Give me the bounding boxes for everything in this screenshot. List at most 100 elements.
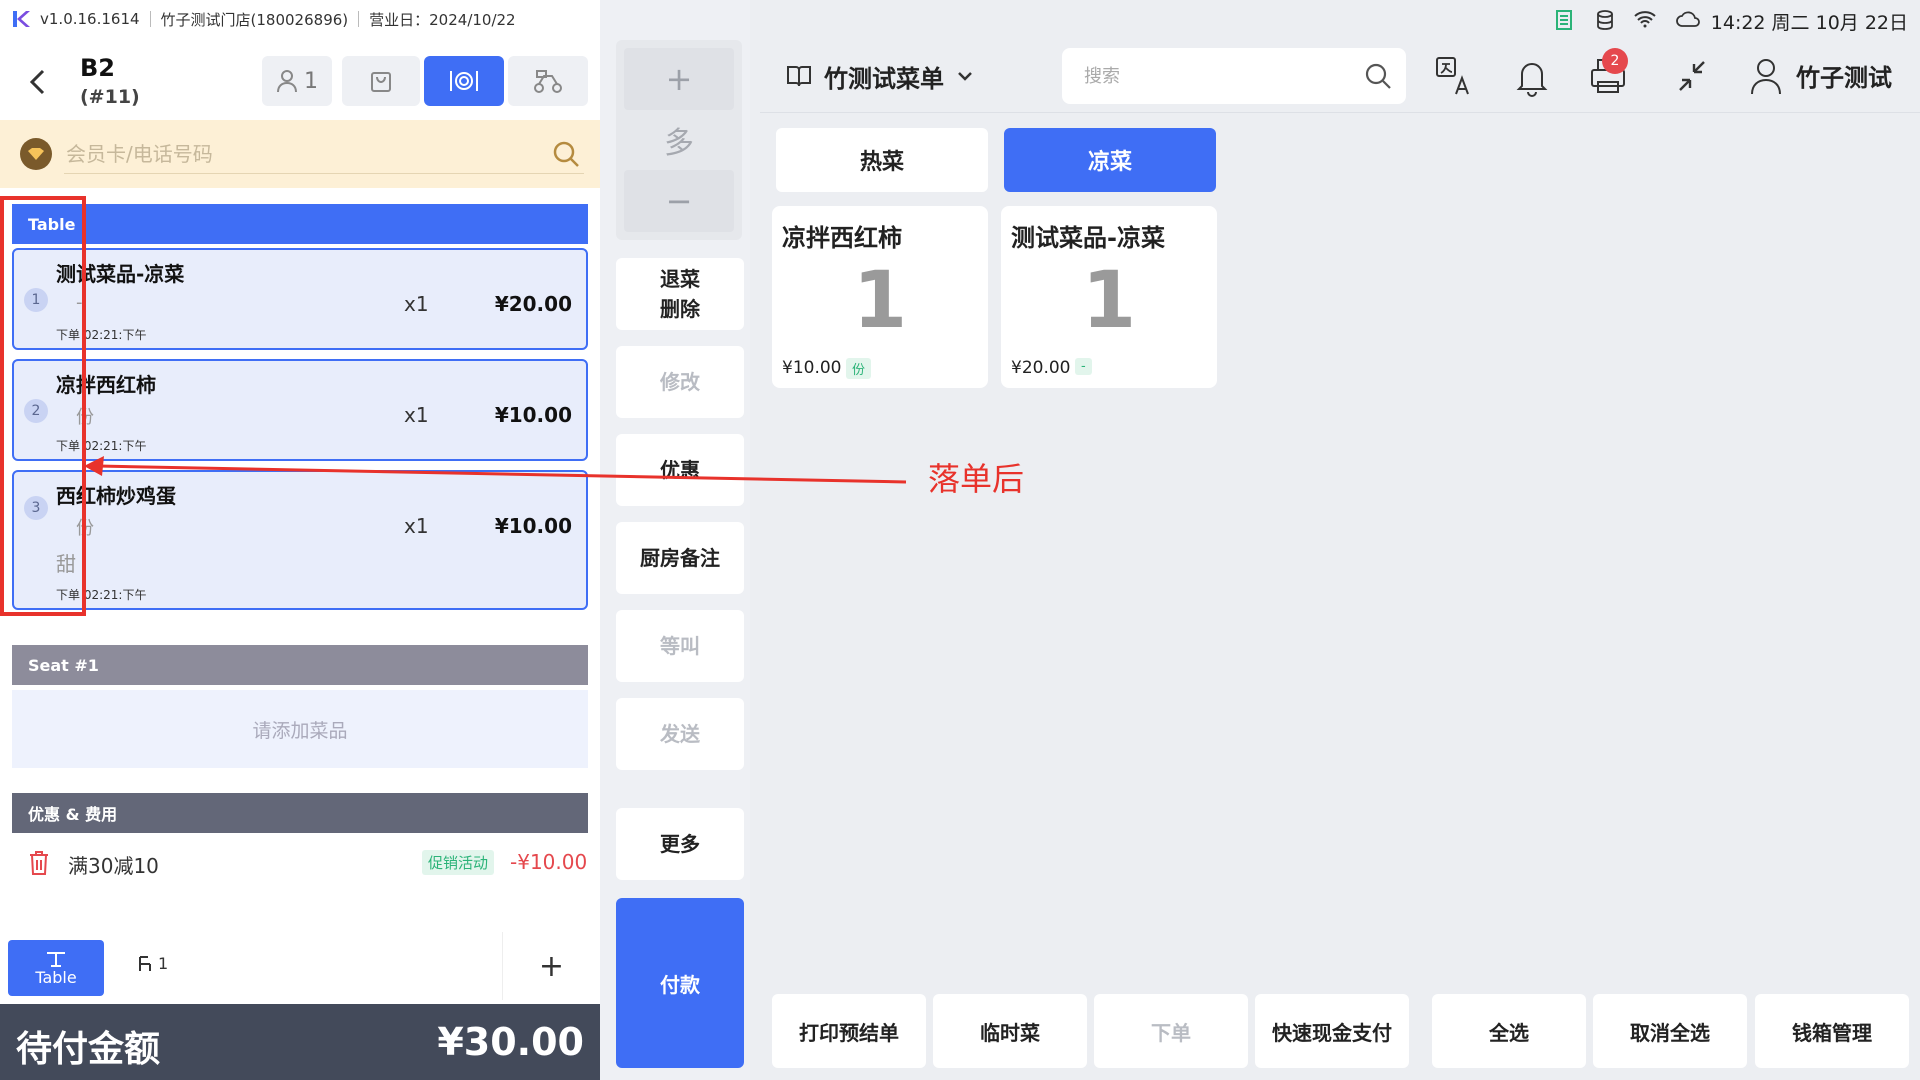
decrease-button[interactable]: − [624,170,734,232]
select-all-button[interactable]: 全选 [1432,994,1586,1068]
category-tab-cold-dishes[interactable]: 凉菜 [1004,128,1216,192]
app-logo-icon [13,11,30,27]
cash-drawer-button[interactable]: 钱箱管理 [1755,994,1909,1068]
receipt-icon [1556,10,1572,30]
wait-call-button[interactable]: 等叫 [616,610,744,682]
notification-count-badge: 2 [1602,48,1628,74]
search-icon[interactable] [552,140,580,168]
scooter-icon [534,70,562,93]
menu-selector[interactable]: 竹测试菜单 [786,56,974,96]
pay-button[interactable]: 付款 [616,898,744,1068]
section-seat-header: Seat #1 [12,645,588,685]
add-seat-button[interactable]: + [502,932,600,1000]
discount-name: 满30减10 [68,854,159,878]
order-item[interactable]: 3 西红柿炒鸡蛋 份 甜 x1 ¥10.00 下单 02:21:下午 [12,470,588,610]
item-price: ¥20.00 [494,292,572,316]
dine-in-mode-button[interactable] [424,56,504,106]
discount-row: 满30减10 促销活动 -¥10.00 [12,840,588,884]
promo-tag: 促销活动 [422,850,495,875]
modify-button[interactable]: 修改 [616,346,744,418]
chair-icon [139,955,151,971]
action-column: + 多 − 退菜 删除 修改 优惠 厨房备注 等叫 发送 更多 付款 [600,0,750,1080]
quick-cash-pay-button[interactable]: 快速现金支付 [1255,994,1409,1068]
item-note: 甜 [56,552,76,576]
item-order-time: 下单 02:21:下午 [56,588,147,602]
business-day: 营业日：2024/10/22 [369,10,516,29]
item-index: 1 [24,288,48,312]
order-item[interactable]: 1 测试菜品-凉菜 - x1 ¥20.00 下单 02:21:下午 [12,248,588,350]
refund-label: 退菜 [660,267,700,291]
item-price: ¥10.00 [494,403,572,427]
dish-count: 1 [1081,256,1137,346]
item-order-time: 下单 02:21:下午 [56,328,147,342]
print-pre-bill-button[interactable]: 打印预结单 [772,994,926,1068]
delivery-mode-button[interactable] [508,56,588,106]
dish-card[interactable]: 凉拌西红柿 1 ¥10.00 份 [772,206,988,388]
kitchen-note-button[interactable]: 厨房备注 [616,522,744,594]
trash-icon[interactable] [28,850,50,876]
promo-button[interactable]: 优惠 [616,434,744,506]
collapse-icon[interactable] [1672,54,1712,98]
dish-name: 测试菜品-凉菜 [1011,224,1165,252]
plate-cutlery-icon [450,71,478,91]
deselect-all-button[interactable]: 取消全选 [1593,994,1747,1068]
temporary-dish-button[interactable]: 临时菜 [933,994,1087,1068]
table-name: B2 [80,54,115,82]
user-name[interactable]: 竹子测试 [1796,58,1892,93]
item-name: 测试菜品-凉菜 [56,262,185,286]
refund-delete-button[interactable]: 退菜 删除 [616,258,744,330]
order-panel: v1.0.16.1614 竹子测试门店(180026896) 营业日：2024/… [0,0,600,1080]
tab-seat-1[interactable]: 1 [136,954,168,973]
category-tab-hot-dishes[interactable]: 热菜 [776,128,988,192]
bell-icon[interactable] [1512,54,1552,98]
translate-icon[interactable] [1434,54,1474,98]
cloud-icon [1676,11,1700,27]
user-icon[interactable] [1746,54,1786,98]
order-item[interactable]: 2 凉拌西红柿 份 x1 ¥10.00 下单 02:21:下午 [12,359,588,461]
item-price: ¥10.00 [494,514,572,538]
guest-count-button[interactable]: 1 [262,56,332,106]
place-order-button[interactable]: 下单 [1094,994,1248,1068]
item-quantity: x1 [404,292,429,316]
increase-button[interactable]: + [624,48,734,110]
total-bar: 待付金额 ¥30.00 [0,1004,600,1080]
chevron-down-icon [958,72,972,81]
add-dish-placeholder[interactable]: 请添加菜品 [12,690,588,768]
dish-search-input[interactable] [1082,58,1352,94]
seat-tabs: Table 1 + [0,932,600,1000]
order-header: B2 (#11) 1 [0,44,600,118]
discount-amount: -¥10.00 [510,850,588,874]
order-number: (#11) [80,86,140,108]
person-icon [277,70,297,93]
item-unit: 份 [76,518,94,539]
tab-table-label: Table [35,967,77,987]
item-name: 凉拌西红柿 [56,373,156,397]
dish-unit: 份 [846,358,872,379]
amount-due-label: 待付金额 [16,1029,161,1070]
member-card-phone-input[interactable] [64,134,584,174]
annotation-label: 落单后 [928,460,1025,498]
member-lookup-bar [0,120,600,188]
search-icon[interactable] [1364,62,1392,90]
app-version: v1.0.16.1614 [40,10,140,28]
delete-label: 删除 [660,297,700,321]
database-icon [1597,10,1613,30]
dish-card[interactable]: 测试菜品-凉菜 1 ¥20.00 - [1001,206,1217,388]
takeaway-mode-button[interactable] [342,56,420,106]
dish-count: 1 [852,256,908,346]
menu-name: 竹测试菜单 [824,64,944,93]
send-button[interactable]: 发送 [616,698,744,770]
tab-table[interactable]: Table [8,940,104,996]
more-button[interactable]: 更多 [616,808,744,880]
item-unit: 份 [76,407,94,428]
back-button[interactable] [18,62,58,102]
member-badge-icon [20,138,52,170]
item-index: 2 [24,399,48,423]
table-icon [47,951,65,967]
book-icon [787,66,811,87]
top-divider [760,112,1920,113]
guest-count: 1 [304,68,318,94]
item-order-time: 下单 02:21:下午 [56,439,147,453]
multi-select-label[interactable]: 多 [616,118,742,162]
chevron-left-icon [29,69,45,95]
